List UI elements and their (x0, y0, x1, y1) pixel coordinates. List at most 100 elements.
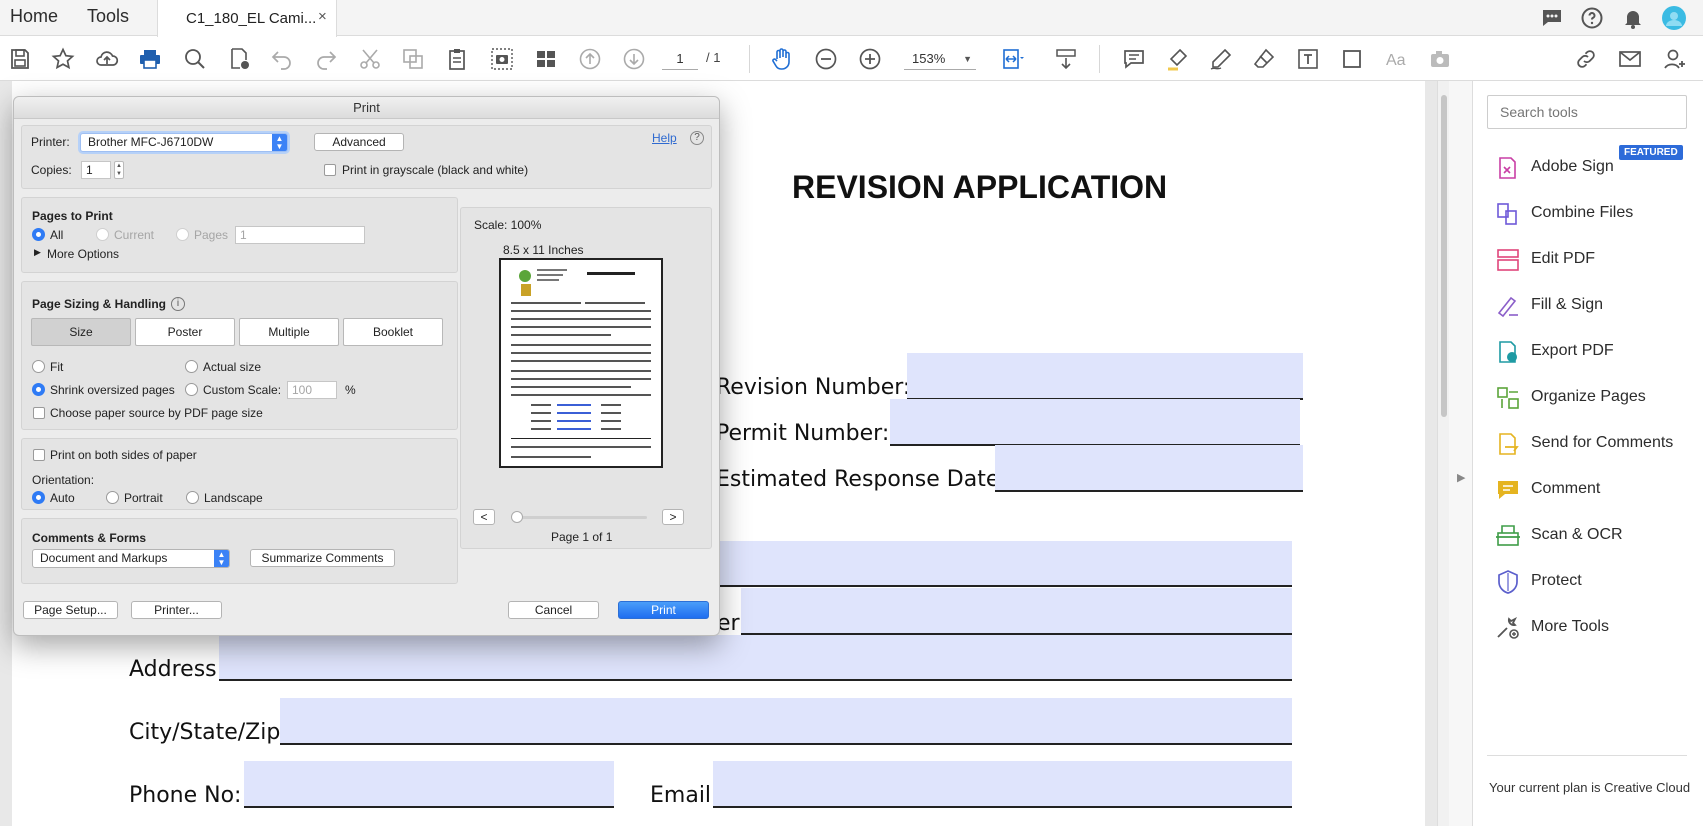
all-pages-radio[interactable] (32, 228, 45, 241)
printer-select[interactable]: Brother MFC-J6710DW ▲ ▼ (80, 133, 288, 152)
pages-range-radio[interactable] (176, 228, 189, 241)
zoom-out-icon[interactable] (813, 46, 839, 72)
search-tools-input[interactable] (1487, 95, 1687, 129)
document-scrollbar[interactable] (1437, 81, 1449, 826)
poster-tab[interactable]: Poster (135, 318, 235, 346)
print-icon[interactable] (137, 46, 163, 72)
draw-pen-icon[interactable] (1208, 46, 1234, 72)
more-options-toggle[interactable]: More Options (47, 247, 119, 261)
estimated-response-date-field[interactable] (995, 445, 1303, 492)
orientation-portrait-radio[interactable] (106, 491, 119, 504)
highlight-icon[interactable] (1165, 46, 1191, 72)
current-page-radio[interactable] (96, 228, 109, 241)
preview-slider-track[interactable] (511, 516, 647, 519)
user-avatar[interactable] (1662, 6, 1686, 30)
panel-toggle[interactable]: ▶ (1449, 81, 1473, 826)
tool-item-send-comments[interactable]: Send for Comments (1495, 429, 1695, 459)
fit-radio[interactable] (32, 360, 45, 373)
tools-menu[interactable]: Tools (87, 6, 129, 27)
email-icon[interactable] (1617, 46, 1643, 72)
tool-item-comment[interactable]: Comment (1495, 475, 1695, 505)
previous-page-icon[interactable] (577, 46, 603, 72)
custom-scale-radio[interactable] (185, 383, 198, 396)
advanced-button[interactable]: Advanced (314, 133, 404, 151)
copies-input[interactable]: 1 (81, 161, 111, 179)
preview-prev-button[interactable]: < (473, 509, 495, 525)
save-icon[interactable] (7, 46, 33, 72)
page-setup-button[interactable]: Page Setup... (23, 601, 118, 619)
copies-stepper[interactable]: ▲ ▼ (114, 161, 124, 179)
eraser-icon[interactable] (1251, 46, 1277, 72)
text-box-icon[interactable] (1295, 46, 1321, 72)
paper-source-checkbox[interactable] (33, 407, 45, 419)
upload-cloud-icon[interactable] (94, 46, 120, 72)
tool-item-scan-ocr[interactable]: Scan & OCR (1495, 521, 1695, 551)
pdf-check-icon[interactable] (226, 46, 252, 72)
print-button[interactable]: Print (618, 601, 709, 619)
both-sides-checkbox[interactable] (33, 449, 45, 461)
applicant-company-field[interactable] (741, 588, 1292, 635)
help-icon[interactable] (1580, 6, 1604, 30)
next-page-icon[interactable] (621, 46, 647, 72)
document-tab[interactable]: C1_180_EL Cami... × (157, 0, 337, 37)
paste-icon[interactable] (444, 46, 470, 72)
zoom-level-select[interactable]: 153% ▼ (904, 48, 976, 70)
star-icon[interactable] (50, 46, 76, 72)
home-menu[interactable]: Home (10, 6, 58, 27)
info-icon[interactable]: i (171, 297, 185, 311)
font-size-icon[interactable]: Aa (1383, 46, 1409, 72)
address-field[interactable] (219, 635, 1292, 681)
zoom-in-icon[interactable] (857, 46, 883, 72)
copy-icon[interactable] (400, 46, 426, 72)
chat-icon[interactable] (1540, 6, 1564, 30)
tool-item-more-tools[interactable]: More Tools (1495, 613, 1695, 643)
hand-tool-icon[interactable] (769, 46, 795, 72)
city-state-zip-field[interactable] (280, 698, 1292, 745)
tool-item-adobe-sign[interactable]: Adobe Sign (1495, 153, 1695, 183)
orientation-landscape-radio[interactable] (186, 491, 199, 504)
orientation-auto-radio[interactable] (32, 491, 45, 504)
tool-item-combine-files[interactable]: Combine Files (1495, 199, 1695, 229)
scroll-mode-icon[interactable] (1053, 46, 1079, 72)
tool-item-fill-sign[interactable]: Fill & Sign (1495, 291, 1695, 321)
pages-range-input[interactable]: 1 (235, 226, 365, 244)
cancel-button[interactable]: Cancel (508, 601, 599, 619)
stamp-camera-icon[interactable] (1427, 46, 1453, 72)
tool-item-protect[interactable]: Protect (1495, 567, 1695, 597)
shrink-oversized-radio[interactable] (32, 383, 45, 396)
preview-slider-thumb[interactable] (511, 511, 523, 523)
tool-item-export-pdf[interactable]: Export PDF (1495, 337, 1695, 367)
tool-item-organize-pages[interactable]: Organize Pages (1495, 383, 1695, 413)
comments-forms-select[interactable]: Document and Markups ▲ ▼ (32, 549, 230, 568)
size-tab[interactable]: Size (31, 318, 131, 346)
help-link[interactable]: Help (652, 131, 677, 145)
revision-number-field[interactable] (907, 353, 1303, 400)
undo-icon[interactable] (269, 46, 295, 72)
notification-bell-icon[interactable] (1621, 6, 1645, 30)
snapshot-icon[interactable] (489, 46, 515, 72)
actual-size-radio[interactable] (185, 360, 198, 373)
redo-icon[interactable] (313, 46, 339, 72)
permit-number-field[interactable] (890, 399, 1300, 446)
scrollbar-thumb[interactable] (1441, 95, 1447, 417)
share-link-icon[interactable] (1573, 46, 1599, 72)
search-zoom-icon[interactable] (182, 46, 208, 72)
phone-field[interactable] (244, 761, 614, 808)
booklet-tab[interactable]: Booklet (343, 318, 443, 346)
tool-item-edit-pdf[interactable]: Edit PDF (1495, 245, 1695, 275)
page-layout-icon[interactable] (533, 46, 559, 72)
add-comment-icon[interactable] (1121, 46, 1147, 72)
fit-width-icon[interactable] (1000, 46, 1026, 72)
rectangle-icon[interactable] (1339, 46, 1365, 72)
custom-scale-input[interactable]: 100 (287, 381, 337, 399)
email-field[interactable] (713, 761, 1292, 808)
multiple-tab[interactable]: Multiple (239, 318, 339, 346)
help-icon[interactable]: ? (690, 131, 704, 145)
close-tab-icon[interactable]: × (318, 8, 327, 25)
printer-button[interactable]: Printer... (131, 601, 222, 619)
add-user-icon[interactable] (1662, 46, 1688, 72)
grayscale-checkbox[interactable] (324, 164, 336, 176)
chevron-right-icon[interactable]: ▶ (1457, 471, 1465, 484)
cut-icon[interactable] (357, 46, 383, 72)
summarize-comments-button[interactable]: Summarize Comments (250, 549, 395, 567)
